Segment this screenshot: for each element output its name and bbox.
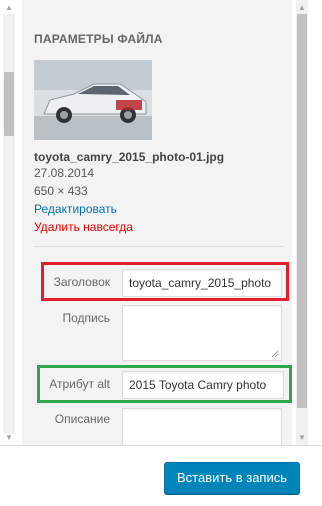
scroll-down-arrow-icon[interactable]: ▼ <box>296 432 308 444</box>
resize-grip-icon[interactable] <box>271 350 279 358</box>
caption-textarea[interactable] <box>122 305 282 361</box>
right-scrollbar-thumb[interactable] <box>297 14 307 408</box>
scroll-down-arrow-icon[interactable]: ▼ <box>3 432 15 444</box>
description-textarea[interactable] <box>122 408 282 445</box>
scroll-up-arrow-icon[interactable]: ▲ <box>296 2 308 14</box>
insert-into-post-button[interactable]: Вставить в запись <box>164 462 300 494</box>
left-scrollbar-thumb[interactable] <box>4 72 14 136</box>
car-photo-thumbnail[interactable] <box>34 60 152 140</box>
upload-date: 27.08.2014 <box>34 166 95 180</box>
caption-label: Подпись <box>62 311 111 325</box>
section-title: ПАРАМЕТРЫ ФАЙЛА <box>34 32 163 46</box>
title-highlight-box <box>41 262 289 301</box>
alt-highlight-box <box>37 365 292 403</box>
file-name: toyota_camry_2015_photo-01.jpg <box>34 150 225 164</box>
edit-image-link[interactable]: Редактировать <box>34 202 117 216</box>
scroll-up-arrow-icon[interactable]: ▲ <box>3 2 15 14</box>
divider <box>34 246 284 247</box>
description-label: Описание <box>54 412 110 426</box>
window-edge <box>308 0 322 505</box>
car-photo-icon <box>34 60 152 140</box>
image-dimensions: 650 × 433 <box>34 184 88 198</box>
delete-permanently-link[interactable]: Удалить навсегда <box>34 220 133 234</box>
